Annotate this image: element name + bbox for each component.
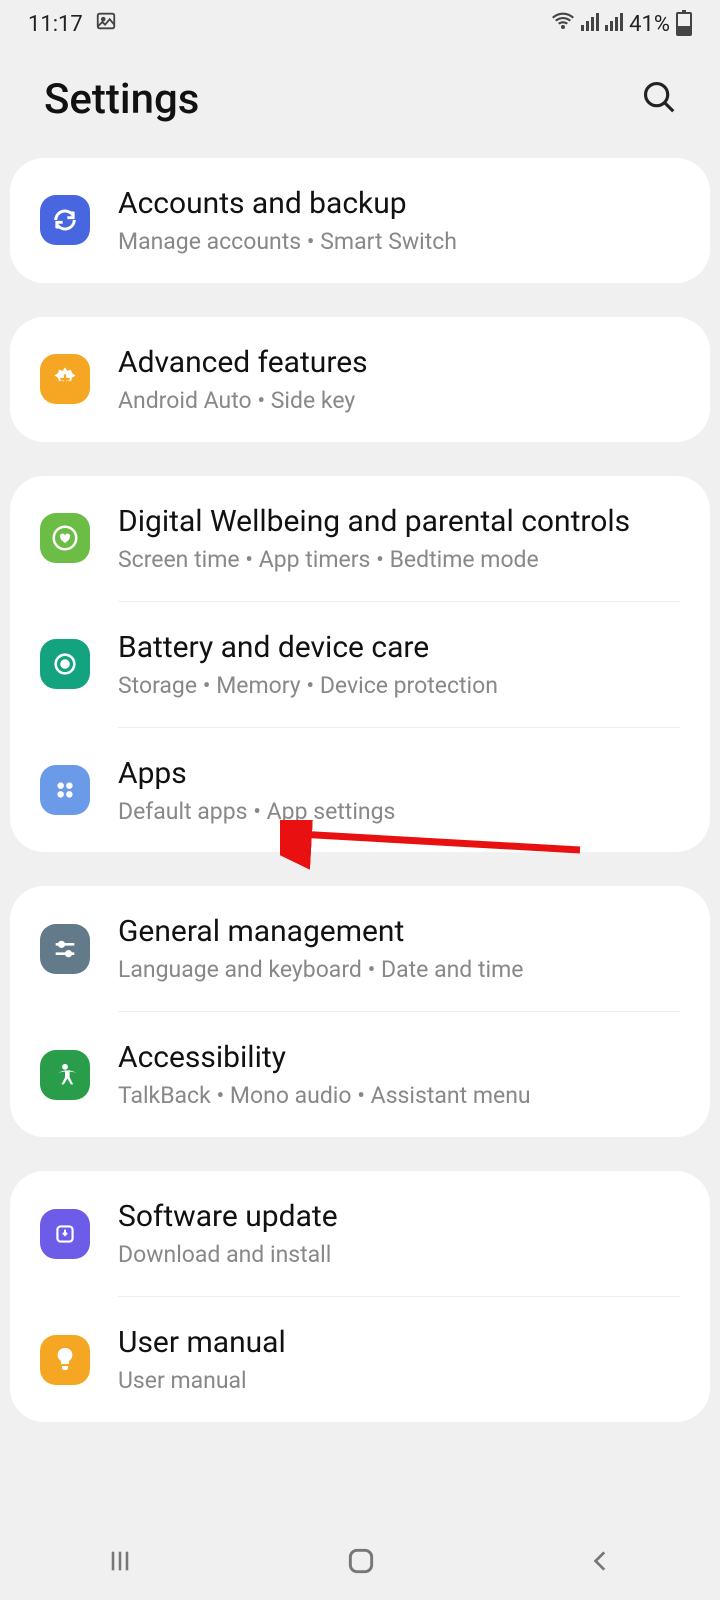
item-subtitle: Language and keyboard • Date and time: [118, 955, 680, 985]
item-subtitle: User manual: [118, 1366, 680, 1396]
back-button[interactable]: [588, 1548, 614, 1578]
settings-item-software-update[interactable]: Software update Download and install: [10, 1171, 710, 1296]
care-icon: [40, 639, 90, 689]
item-subtitle: Android Auto • Side key: [118, 386, 680, 416]
battery-percent: 41%: [629, 12, 670, 37]
page-title: Settings: [44, 75, 199, 124]
settings-item-battery-device-care[interactable]: Battery and device care Storage • Memory…: [10, 602, 710, 727]
recents-icon: [106, 1547, 134, 1575]
recents-button[interactable]: [106, 1547, 134, 1579]
item-title: Software update: [118, 1197, 680, 1236]
search-button[interactable]: [634, 72, 684, 126]
update-icon: [40, 1209, 90, 1259]
settings-group: Accounts and backup Manage accounts • Sm…: [10, 158, 710, 283]
lightbulb-icon: [40, 1335, 90, 1385]
nav-bar: [0, 1526, 720, 1600]
item-subtitle: Storage • Memory • Device protection: [118, 671, 680, 701]
search-icon: [640, 78, 678, 116]
plus-badge-icon: [40, 354, 90, 404]
image-icon: [95, 10, 117, 38]
settings-item-digital-wellbeing[interactable]: Digital Wellbeing and parental controls …: [10, 476, 710, 601]
item-subtitle: Screen time • App timers • Bedtime mode: [118, 545, 680, 575]
item-title: General management: [118, 912, 680, 951]
header: Settings: [0, 48, 720, 158]
status-time: 11:17: [28, 12, 83, 37]
signal-icon: [581, 11, 599, 37]
item-title: Apps: [118, 754, 680, 793]
item-title: Accounts and backup: [118, 184, 680, 223]
back-icon: [588, 1548, 614, 1574]
signal-icon-2: [605, 11, 623, 37]
item-subtitle: Default apps • App settings: [118, 797, 680, 827]
home-icon: [345, 1545, 377, 1577]
sliders-icon: [40, 924, 90, 974]
item-title: Advanced features: [118, 343, 680, 382]
status-bar: 11:17 41%: [0, 0, 720, 48]
settings-item-advanced-features[interactable]: Advanced features Android Auto • Side ke…: [10, 317, 710, 442]
person-icon: [40, 1050, 90, 1100]
battery-icon: [676, 12, 692, 36]
apps-grid-icon: [40, 765, 90, 815]
home-button[interactable]: [345, 1545, 377, 1581]
sync-icon: [40, 195, 90, 245]
item-subtitle: Manage accounts • Smart Switch: [118, 227, 680, 257]
item-subtitle: TalkBack • Mono audio • Assistant menu: [118, 1081, 680, 1111]
settings-item-user-manual[interactable]: User manual User manual: [10, 1297, 710, 1422]
settings-group: Advanced features Android Auto • Side ke…: [10, 317, 710, 442]
item-subtitle: Download and install: [118, 1240, 680, 1270]
item-title: User manual: [118, 1323, 680, 1362]
wifi-icon: [551, 11, 575, 37]
settings-item-accounts-backup[interactable]: Accounts and backup Manage accounts • Sm…: [10, 158, 710, 283]
settings-group: Software update Download and install Use…: [10, 1171, 710, 1422]
settings-group: General management Language and keyboard…: [10, 886, 710, 1137]
settings-item-apps[interactable]: Apps Default apps • App settings: [10, 728, 710, 853]
settings-group: Digital Wellbeing and parental controls …: [10, 476, 710, 853]
item-title: Digital Wellbeing and parental controls: [118, 502, 680, 541]
settings-item-accessibility[interactable]: Accessibility TalkBack • Mono audio • As…: [10, 1012, 710, 1137]
item-title: Battery and device care: [118, 628, 680, 667]
item-title: Accessibility: [118, 1038, 680, 1077]
settings-item-general-management[interactable]: General management Language and keyboard…: [10, 886, 710, 1011]
heart-circle-icon: [40, 513, 90, 563]
